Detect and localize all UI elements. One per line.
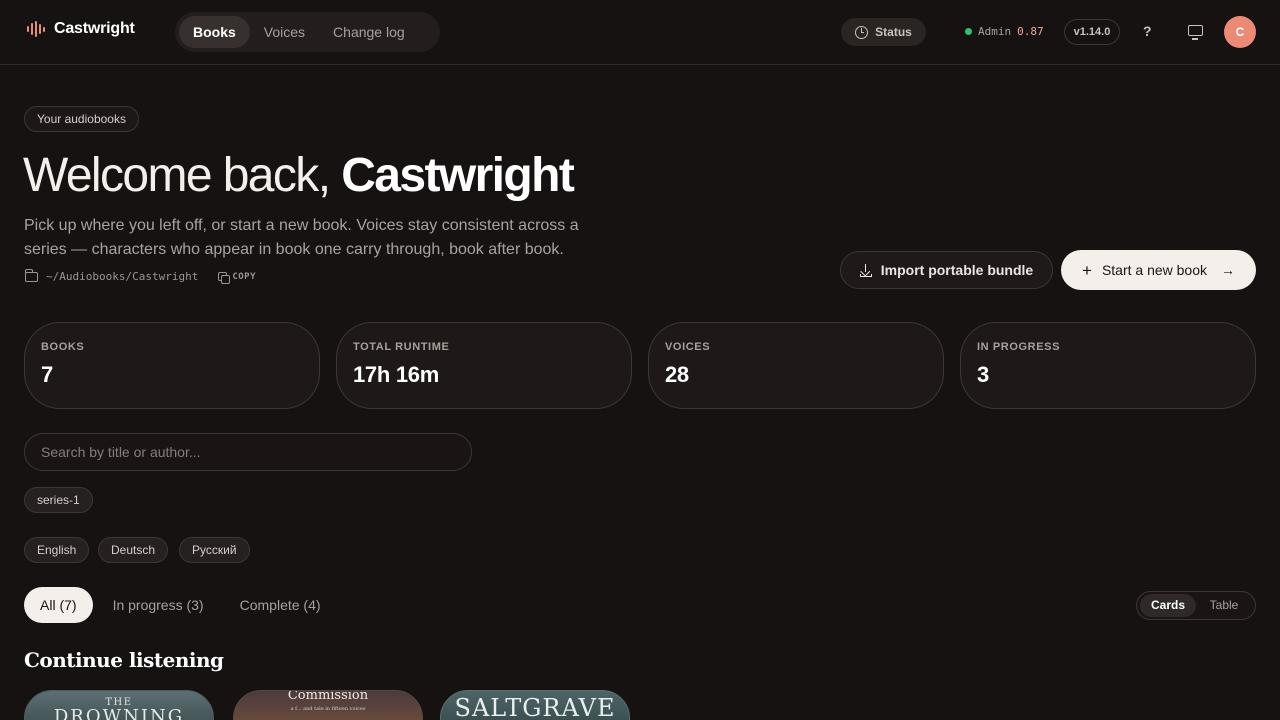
arrow-right-icon: → bbox=[1221, 262, 1235, 278]
section-title: Continue listening bbox=[24, 648, 224, 672]
waveform-icon bbox=[27, 21, 45, 37]
clock-icon bbox=[855, 25, 869, 39]
monitor-icon[interactable] bbox=[1188, 25, 1203, 40]
language-chip-english[interactable]: English bbox=[24, 537, 90, 563]
nav-voices[interactable]: Voices bbox=[250, 16, 319, 48]
greeting-text: Welcome back, bbox=[23, 149, 331, 202]
plus-icon: + bbox=[1082, 260, 1092, 280]
section-tag: Your audiobooks bbox=[24, 106, 139, 132]
start-new-book-button[interactable]: + Start a new book → bbox=[1061, 250, 1256, 290]
book-cover[interactable]: Commission a f... and tale in fifteen vo… bbox=[233, 690, 423, 720]
view-cards-button[interactable]: Cards bbox=[1140, 594, 1196, 617]
book-cover[interactable]: THE DROWNING bbox=[24, 690, 214, 720]
brand-name: Castwright bbox=[54, 20, 135, 37]
greeting-name: Castwright bbox=[341, 149, 575, 202]
main-nav: Books Voices Change log bbox=[175, 12, 440, 52]
nav-books[interactable]: Books bbox=[179, 16, 250, 48]
cover-subtitle: a f... and tale in fifteen voices bbox=[290, 706, 366, 712]
stat-books: BOOKS 7 bbox=[24, 322, 320, 409]
page-subtitle: Pick up where you left off, or start a n… bbox=[24, 217, 579, 258]
stat-label: BOOKS bbox=[41, 341, 85, 353]
tab-all[interactable]: All (7) bbox=[24, 587, 93, 623]
stat-in-progress: IN PROGRESS 3 bbox=[960, 322, 1256, 409]
copy-label: COPY bbox=[232, 271, 257, 282]
admin-label: Admin bbox=[978, 25, 1012, 38]
filter-tabs: All (7) In progress (3) Complete (4) bbox=[24, 587, 337, 623]
search-input[interactable] bbox=[24, 433, 472, 471]
view-toggle: Cards Table bbox=[1136, 591, 1256, 620]
tab-in-progress[interactable]: In progress (3) bbox=[97, 587, 220, 623]
stat-value: 28 bbox=[665, 362, 689, 387]
top-bar: Castwright Books Voices Change log Statu… bbox=[0, 0, 1280, 65]
brand-logo[interactable]: Castwright bbox=[27, 20, 135, 38]
start-new-book-label: Start a new book bbox=[1101, 262, 1207, 278]
page-title: Welcome back, Castwright bbox=[23, 148, 575, 203]
folder-icon bbox=[24, 268, 38, 282]
language-chip-russian[interactable]: Русский bbox=[179, 537, 250, 563]
library-path-text: ~/Audiobooks/Castwright bbox=[46, 270, 199, 283]
cover-title: DROWNING bbox=[53, 706, 185, 720]
stats-row: BOOKS 7 TOTAL RUNTIME 17h 16m VOICES 28 … bbox=[24, 322, 1256, 409]
tab-complete[interactable]: Complete (4) bbox=[224, 587, 337, 623]
language-chip-deutsch[interactable]: Deutsch bbox=[98, 537, 169, 563]
status-label: Status bbox=[875, 25, 912, 39]
stat-value: 17h 16m bbox=[353, 362, 439, 387]
stat-value: 3 bbox=[977, 362, 989, 387]
import-bundle-button[interactable]: Import portable bundle bbox=[840, 251, 1053, 289]
stat-label: TOTAL RUNTIME bbox=[353, 341, 450, 353]
nav-change-log[interactable]: Change log bbox=[319, 16, 419, 48]
admin-value: 0.87 bbox=[1017, 25, 1044, 38]
import-bundle-label: Import portable bundle bbox=[880, 262, 1034, 278]
version-badge[interactable]: v1.14.0 bbox=[1064, 19, 1120, 45]
cover-title: SALTGRAVE bbox=[454, 694, 616, 720]
copy-icon bbox=[218, 272, 231, 284]
book-cover[interactable]: SALTGRAVE bbox=[440, 690, 630, 720]
cover-title: Commission bbox=[287, 690, 369, 703]
stat-label: VOICES bbox=[665, 341, 711, 353]
stat-value: 7 bbox=[41, 362, 53, 387]
series-chip[interactable]: series-1 bbox=[24, 487, 93, 513]
help-button[interactable]: ? bbox=[1143, 23, 1152, 39]
avatar[interactable]: C bbox=[1224, 16, 1256, 48]
stat-voices: VOICES 28 bbox=[648, 322, 944, 409]
admin-indicator: Admin 0.87 bbox=[965, 25, 1044, 38]
status-button[interactable]: Status bbox=[841, 18, 926, 46]
copy-path-button[interactable]: COPY bbox=[218, 271, 257, 284]
download-icon bbox=[859, 263, 872, 277]
online-dot-icon bbox=[965, 28, 972, 35]
library-path: ~/Audiobooks/Castwright COPY bbox=[24, 268, 257, 284]
view-table-button[interactable]: Table bbox=[1196, 594, 1252, 617]
stat-label: IN PROGRESS bbox=[977, 341, 1061, 353]
stat-total-runtime: TOTAL RUNTIME 17h 16m bbox=[336, 322, 632, 409]
